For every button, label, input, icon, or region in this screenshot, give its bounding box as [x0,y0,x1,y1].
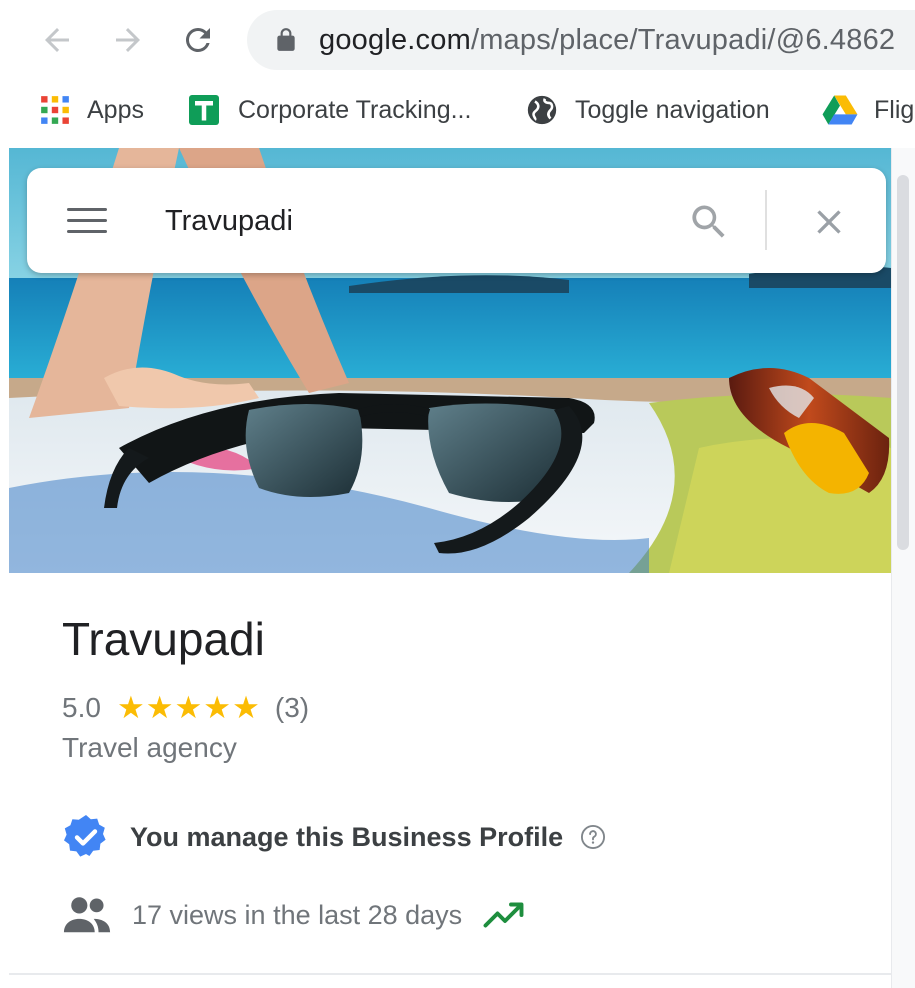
star-rating: ★★★★★ [116,690,261,725]
drive-icon [822,95,858,125]
reload-button[interactable] [178,20,218,60]
bookmark-label: Flig [874,95,915,124]
close-icon [817,210,841,234]
bookmark-corporate-tracking[interactable]: Corporate Tracking... [186,92,471,128]
place-panel [9,148,891,988]
url-text: google.com/maps/place/Travupadi/@6.4862 [319,24,895,57]
bookmark-apps[interactable]: Apps [39,92,144,128]
review-count-link[interactable]: (3) [275,692,309,724]
search-divider [765,190,767,250]
scrollbar-thumb[interactable] [897,175,909,550]
maps-search-box [27,168,886,273]
bookmark-flights[interactable]: Flig [822,92,914,128]
apps-grid-icon [41,96,69,124]
lock-icon [277,28,295,51]
address-bar[interactable]: google.com/maps/place/Travupadi/@6.4862 [247,10,915,70]
help-button[interactable] [579,823,607,851]
place-category[interactable]: Travel agency [62,732,237,764]
url-path: /maps/place/Travupadi/@6.4862 [470,24,896,56]
place-title: Travupadi [62,613,265,665]
trending-up-icon [482,900,528,930]
verified-badge-icon [64,815,106,857]
search-button[interactable] [685,198,733,246]
arrow-left-icon [45,28,69,52]
business-profile-status: You manage this Business Profile [62,812,607,862]
profile-views-row: 17 views in the last 28 days [62,890,528,940]
browser-toolbar: google.com/maps/place/Travupadi/@6.4862 [0,0,915,80]
search-input[interactable] [165,196,645,246]
arrow-right-icon [116,28,140,52]
clear-search-button[interactable] [805,198,853,246]
bookmark-label: Apps [87,95,144,124]
search-icon [692,205,725,238]
forward-button[interactable] [108,20,148,60]
bookmarks-bar: Apps Corporate Tracking... Toggle naviga… [0,80,915,140]
people-icon [63,897,111,933]
sheets-icon [189,95,219,125]
bookmark-toggle-navigation[interactable]: Toggle navigation [525,92,770,128]
rating-row: 5.0 ★★★★★ (3) [62,688,309,728]
url-host: google.com [319,24,471,56]
help-circle-icon [581,824,606,850]
views-count-text: 17 views in the last 28 days [132,899,463,930]
bookmark-label: Corporate Tracking... [238,95,472,124]
reload-icon [185,27,210,52]
section-divider [9,973,891,975]
menu-icon[interactable] [67,206,107,236]
back-button[interactable] [37,20,77,60]
bookmark-label: Toggle navigation [575,95,770,124]
globe-icon [527,95,557,125]
rating-value: 5.0 [62,692,101,723]
manage-profile-text: You manage this Business Profile [130,821,564,852]
